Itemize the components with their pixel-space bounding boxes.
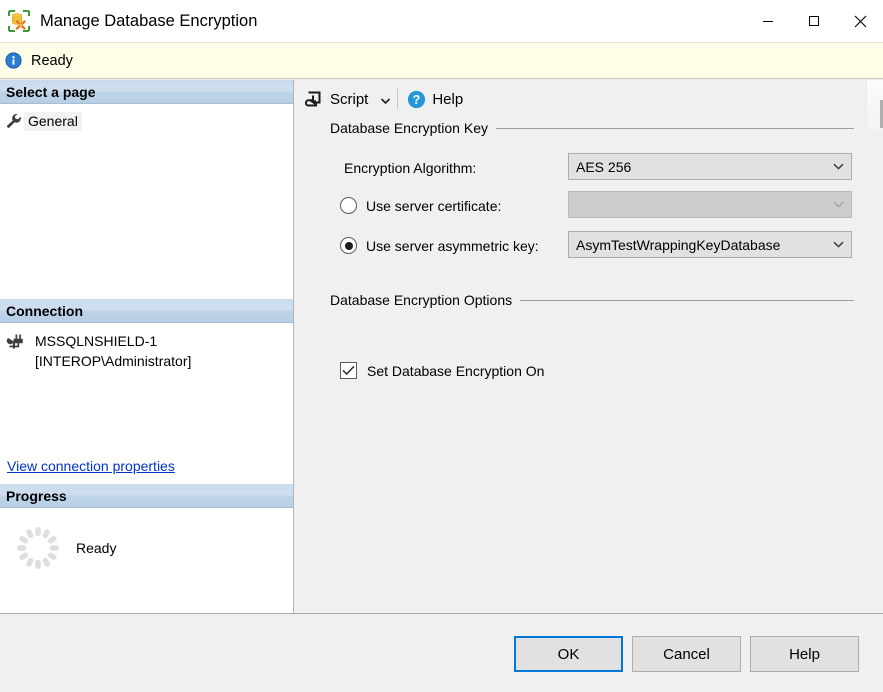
progress-text: Ready (76, 540, 117, 556)
select-page-panel: Select a page General (0, 80, 293, 299)
maximize-button[interactable] (791, 0, 837, 42)
sidebar-item-general-label: General (24, 111, 82, 131)
use-server-certificate-label: Use server certificate: (366, 197, 502, 214)
status-bar: Ready (0, 42, 883, 79)
info-icon (5, 52, 22, 69)
encryption-options-group-caption: Database Encryption Options (330, 292, 854, 308)
encryption-algorithm-dropdown[interactable]: AES 256 (568, 153, 852, 180)
connection-panel: Connection MSSQLNSHIELD-1 [INTEROP\Admin… (0, 299, 293, 484)
chevron-down-icon (825, 163, 851, 170)
progress-header: Progress (0, 484, 293, 508)
radio-indicator (340, 197, 357, 214)
sidebar-item-general[interactable]: General (0, 110, 293, 132)
title-bar: Manage Database Encryption (0, 0, 883, 42)
view-connection-properties-link[interactable]: View connection properties (7, 458, 175, 474)
chevron-down-icon (825, 241, 851, 248)
encryption-options-caption-text: Database Encryption Options (330, 292, 513, 308)
progress-panel: Progress Ready (0, 484, 293, 613)
cancel-button[interactable]: Cancel (632, 636, 741, 672)
set-database-encryption-on-checkbox[interactable]: Set Database Encryption On (340, 362, 544, 379)
connection-user: [INTEROP\Administrator] (35, 353, 192, 369)
use-server-asymmetric-key-radio[interactable]: Use server asymmetric key: (340, 237, 539, 254)
svg-text:?: ? (413, 93, 421, 107)
use-server-certificate-radio[interactable]: Use server certificate: (340, 197, 501, 214)
toolbar-separator (397, 89, 399, 109)
server-asymmetric-key-dropdown[interactable]: AsymTestWrappingKeyDatabase (568, 231, 852, 258)
window-title: Manage Database Encryption (40, 11, 258, 30)
chevron-down-icon (825, 201, 851, 208)
help-button[interactable]: ? Help (404, 86, 466, 112)
wrench-icon (6, 113, 24, 129)
help-circle-icon: ? (407, 90, 426, 109)
database-encryption-icon (8, 10, 30, 32)
server-connection-icon (6, 333, 26, 353)
script-label: Script (330, 90, 369, 108)
window-controls (745, 0, 883, 42)
status-text: Ready (31, 52, 73, 69)
content-panel: Script ? Help Database Encryption Key En… (294, 80, 883, 613)
caption-rule (495, 127, 854, 129)
connection-info: MSSQLNSHIELD-1 [INTEROP\Administrator] (0, 323, 293, 371)
server-asymmetric-key-value: AsymTestWrappingKeyDatabase (576, 236, 781, 253)
connection-server: MSSQLNSHIELD-1 (35, 333, 158, 349)
close-button[interactable] (837, 0, 883, 42)
progress-row: Ready (0, 508, 293, 574)
caption-rule (520, 299, 854, 301)
dialog-footer: OK Cancel Help (0, 613, 883, 692)
radio-indicator (340, 237, 357, 254)
script-icon (304, 89, 324, 109)
content-scrollbar[interactable] (866, 80, 883, 130)
page-list: General (0, 110, 293, 132)
encryption-key-caption-text: Database Encryption Key (330, 120, 488, 136)
minimize-button[interactable] (745, 0, 791, 42)
server-certificate-dropdown (568, 191, 852, 218)
help-footer-button[interactable]: Help (750, 636, 859, 672)
left-panel: Select a page General Connection MSSQLNS… (0, 80, 294, 613)
set-database-encryption-on-label: Set Database Encryption On (367, 362, 545, 379)
algorithm-label: Encryption Algorithm: (344, 160, 477, 176)
content-toolbar: Script ? Help (294, 80, 883, 118)
connection-header: Connection (0, 299, 293, 323)
encryption-key-group-caption: Database Encryption Key (330, 120, 854, 136)
chevron-down-icon (380, 92, 390, 107)
ok-button[interactable]: OK (514, 636, 623, 672)
use-server-asymmetric-key-label: Use server asymmetric key: (366, 237, 539, 254)
spinner-icon (12, 522, 64, 574)
encryption-algorithm-value: AES 256 (576, 158, 632, 175)
script-dropdown-button[interactable] (377, 87, 393, 111)
connection-lines: MSSQLNSHIELD-1 [INTEROP\Administrator] (35, 331, 191, 371)
help-label: Help (432, 90, 464, 108)
select-page-header: Select a page (0, 80, 293, 104)
checkbox-indicator (340, 362, 357, 379)
script-button[interactable]: Script (301, 86, 371, 112)
